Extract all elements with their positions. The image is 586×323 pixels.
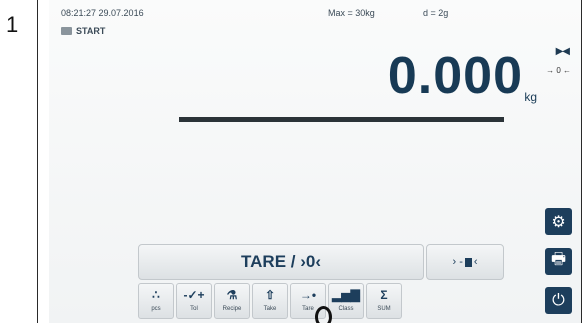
power-button[interactable]: ⏻ [545, 287, 572, 314]
print-button[interactable]: 🖶 [545, 248, 572, 275]
stability-bowtie-icon: ▶◀ [555, 46, 570, 57]
weight-block-icon [464, 257, 472, 267]
touch-cursor-icon [315, 306, 332, 323]
tare-button-label: TARE / ›0‹ [241, 252, 321, 271]
gear-icon: ⚙ [551, 213, 566, 231]
bar-chart-icon: ▂▅▇ [332, 288, 360, 302]
weight-value: 0.000 [387, 47, 523, 105]
weight-bargraph [179, 117, 504, 122]
frame-divider-right [581, 0, 582, 323]
power-icon: ⏻ [552, 291, 565, 309]
datetime-readout: 08:21:27 29.07.2016 [61, 8, 144, 18]
fn-key-label: SUM [377, 306, 391, 312]
scale-icon [61, 27, 72, 35]
tare-arrow-icon: →• [299, 288, 317, 302]
pieces-icon: ∴ [152, 288, 160, 302]
scale-display-screen: 08:21:27 29.07.2016 Max = 30kg d = 2g ST… [49, 0, 581, 323]
frame-divider-left [37, 0, 38, 323]
fn-key-take[interactable]: ⇧ Take [252, 283, 288, 319]
fn-key-label: Tol [190, 306, 198, 312]
max-capacity-readout: Max = 30kg [328, 8, 375, 18]
fn-key-class[interactable]: ▂▅▇ Class [328, 283, 364, 319]
zero-arrow-right: ‹ [473, 256, 478, 268]
fn-key-pcs[interactable]: ∴ pcs [138, 283, 174, 319]
zero-arrow-left: › - [452, 256, 463, 268]
tare-button[interactable]: TARE / ›0‹ [138, 244, 424, 280]
fn-key-recipe[interactable]: ⚗ Recipe [214, 283, 250, 319]
flask-icon: ⚗ [226, 288, 238, 302]
weight-unit: kg [524, 90, 537, 104]
mode-label: START [76, 26, 106, 36]
sigma-icon: Σ [380, 288, 388, 302]
fn-key-label: Take [263, 306, 277, 312]
mode-indicator: START [61, 26, 105, 36]
fn-key-label: Class [338, 306, 354, 312]
upload-icon: ⇧ [264, 288, 276, 302]
fn-key-label: Recipe [222, 306, 242, 312]
settings-button[interactable]: ⚙ [545, 208, 572, 235]
step-number: 1 [6, 12, 19, 37]
fn-key-tol[interactable]: -✓+ Tol [176, 283, 212, 319]
tolerance-icon: -✓+ [183, 288, 205, 302]
division-readout: d = 2g [423, 8, 449, 18]
zero-button[interactable]: › - ‹ [426, 244, 504, 280]
zero-indicator: → 0 ← [546, 66, 571, 75]
printer-icon: 🖶 [550, 251, 567, 268]
fn-key-label: pcs [151, 306, 161, 312]
fn-key-sum[interactable]: Σ SUM [366, 283, 402, 319]
